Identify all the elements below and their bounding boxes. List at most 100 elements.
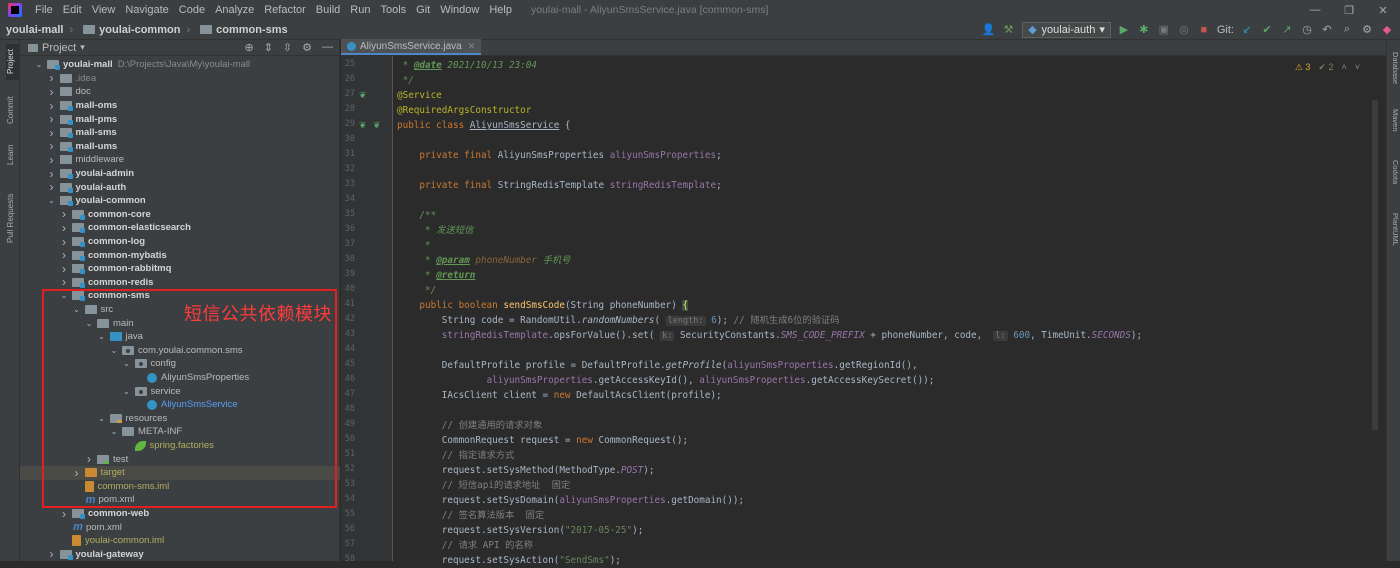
menu-file[interactable]: File bbox=[30, 4, 58, 16]
chevron-down-icon[interactable]: ˅ bbox=[1355, 62, 1360, 73]
tree-item[interactable]: ⌄ youlai-common bbox=[20, 194, 340, 208]
chevron-right-icon[interactable]: › bbox=[59, 207, 69, 221]
code-area[interactable]: * @date 2021/10/13 23:04 */ @Service @Re… bbox=[397, 56, 1367, 566]
tree-item[interactable]: youlai-common.iml bbox=[20, 534, 340, 548]
menu-navigate[interactable]: Navigate bbox=[120, 4, 173, 16]
close-icon[interactable]: ✕ bbox=[1366, 4, 1400, 17]
tree-item[interactable]: › common-web bbox=[20, 507, 340, 521]
tool-tab-learn[interactable]: Learn bbox=[6, 140, 20, 170]
menu-analyze[interactable]: Analyze bbox=[210, 4, 259, 16]
chevron-right-icon[interactable]: › bbox=[59, 275, 69, 289]
chevron-right-icon[interactable]: › bbox=[59, 262, 69, 276]
tree-item[interactable]: › mall-ums bbox=[20, 139, 340, 153]
chevron-right-icon[interactable]: › bbox=[59, 507, 69, 521]
tree-item[interactable]: › common-core bbox=[20, 207, 340, 221]
tree-item[interactable]: ⌄ youlai-mall D:\Projects\Java\My\youlai-m… bbox=[20, 58, 340, 72]
hide-icon[interactable]: — bbox=[322, 41, 333, 54]
editor-scrollbar[interactable] bbox=[1372, 100, 1378, 430]
tool-tab-maven[interactable]: Maven bbox=[1388, 102, 1400, 138]
tool-tab-pull-requests[interactable]: Pull Requests bbox=[6, 188, 20, 248]
collapse-all-icon[interactable]: ⇳ bbox=[283, 41, 292, 54]
project-panel-title[interactable]: Project bbox=[42, 42, 76, 54]
run-icon[interactable]: ▶ bbox=[1117, 23, 1131, 37]
tool-tab-database[interactable]: Database bbox=[1388, 46, 1400, 90]
breadcrumb-project[interactable]: youlai-mall › bbox=[0, 24, 77, 36]
tree-item[interactable]: › common-rabbitmq bbox=[20, 262, 340, 276]
tree-item[interactable]: › middleware bbox=[20, 153, 340, 167]
tool-tab-plantuml[interactable]: PlantUML bbox=[1388, 204, 1400, 254]
locate-icon[interactable]: ⊕ bbox=[244, 41, 253, 54]
chevron-right-icon[interactable]: › bbox=[59, 221, 69, 235]
chevron-right-icon[interactable]: › bbox=[47, 153, 57, 167]
settings-icon[interactable]: ⚙ bbox=[1360, 23, 1374, 37]
git-commit-icon[interactable]: ✔ bbox=[1260, 23, 1274, 37]
tab-aliyun-sms-service[interactable]: AliyunSmsService.java ✕ bbox=[341, 39, 482, 55]
menu-window[interactable]: Window bbox=[435, 4, 484, 16]
search-icon[interactable]: ⌕ bbox=[1340, 23, 1354, 37]
tree-item[interactable]: › youlai-gateway bbox=[20, 547, 340, 561]
tree-item[interactable]: › common-log bbox=[20, 235, 340, 249]
restore-icon[interactable]: ❐ bbox=[1332, 4, 1366, 17]
chevron-down-icon[interactable]: ⌄ bbox=[47, 196, 57, 205]
chevron-right-icon[interactable]: › bbox=[47, 167, 57, 181]
menu-run[interactable]: Run bbox=[345, 4, 375, 16]
tree-item[interactable]: m pom.xml bbox=[20, 520, 340, 534]
git-history-icon[interactable]: ◷ bbox=[1300, 23, 1314, 37]
coverage-icon[interactable]: ▣ bbox=[1157, 23, 1171, 37]
chevron-right-icon[interactable]: › bbox=[47, 71, 57, 85]
chevron-down-icon[interactable]: ▾ bbox=[80, 42, 85, 53]
tool-tab-commit[interactable]: Commit bbox=[6, 92, 20, 128]
tool-tab-codota[interactable]: Codota bbox=[1388, 152, 1400, 192]
chevron-right-icon[interactable]: › bbox=[47, 112, 57, 126]
close-tab-icon[interactable]: ✕ bbox=[468, 41, 476, 52]
spring-bean-icon[interactable]: ❦ bbox=[359, 120, 367, 131]
menu-view[interactable]: View bbox=[87, 4, 121, 16]
tree-item[interactable]: › doc bbox=[20, 85, 340, 99]
menu-code[interactable]: Code bbox=[174, 4, 210, 16]
chevron-right-icon[interactable]: › bbox=[47, 139, 57, 153]
tree-item[interactable]: › common-elasticsearch bbox=[20, 221, 340, 235]
tree-item[interactable]: › mall-pms bbox=[20, 112, 340, 126]
profile-icon[interactable]: ◎ bbox=[1177, 23, 1191, 37]
menu-build[interactable]: Build bbox=[311, 4, 345, 16]
run-configuration-select[interactable]: ◆ youlai-auth ▾ bbox=[1021, 21, 1111, 38]
tree-item[interactable]: › youlai-auth bbox=[20, 180, 340, 194]
expand-all-icon[interactable]: ⇕ bbox=[264, 41, 273, 54]
breadcrumb-submodule[interactable]: common-sms bbox=[194, 24, 292, 36]
gear-icon[interactable]: ⚙ bbox=[302, 41, 312, 54]
tree-item[interactable]: › mall-sms bbox=[20, 126, 340, 140]
tool-tab-project[interactable]: Project bbox=[6, 44, 20, 80]
tree-item[interactable]: › common-mybatis bbox=[20, 248, 340, 262]
chevron-up-icon[interactable]: ˄ bbox=[1341, 62, 1346, 73]
menu-git[interactable]: Git bbox=[411, 4, 435, 16]
tree-item-label: middleware bbox=[75, 154, 125, 166]
chevron-right-icon[interactable]: › bbox=[47, 547, 57, 561]
build-hammer-icon[interactable]: ⚒ bbox=[1002, 23, 1016, 37]
debug-icon[interactable]: ✱ bbox=[1137, 23, 1151, 37]
rollback-icon[interactable]: ↶ bbox=[1320, 23, 1334, 37]
spring-bean-icon[interactable]: ❦ bbox=[359, 90, 367, 101]
chevron-right-icon[interactable]: › bbox=[47, 99, 57, 113]
menu-edit[interactable]: Edit bbox=[58, 4, 87, 16]
chevron-right-icon[interactable]: › bbox=[59, 248, 69, 262]
git-update-icon[interactable]: ↙ bbox=[1240, 23, 1254, 37]
chevron-down-icon[interactable]: ⌄ bbox=[34, 60, 44, 69]
minimize-icon[interactable]: — bbox=[1298, 4, 1332, 17]
breadcrumb-module[interactable]: youlai-common › bbox=[77, 24, 194, 36]
tree-item[interactable]: › .idea bbox=[20, 71, 340, 85]
chevron-right-icon[interactable]: › bbox=[47, 126, 57, 140]
stop-icon[interactable]: ■ bbox=[1197, 23, 1211, 37]
user-icon[interactable]: 👤 bbox=[982, 23, 996, 37]
chevron-right-icon[interactable]: › bbox=[59, 235, 69, 249]
tree-item[interactable]: › common-redis bbox=[20, 275, 340, 289]
menu-refactor[interactable]: Refactor bbox=[259, 4, 311, 16]
git-push-icon[interactable]: ↗ bbox=[1280, 23, 1294, 37]
tree-item[interactable]: › mall-oms bbox=[20, 99, 340, 113]
spring-bean-icon[interactable]: ❦ bbox=[373, 120, 381, 131]
chevron-right-icon[interactable]: › bbox=[47, 180, 57, 194]
menu-help[interactable]: Help bbox=[484, 4, 517, 16]
tree-item[interactable]: › youlai-admin bbox=[20, 167, 340, 181]
inspection-widget[interactable]: ⚠ 3 ✔ 2 ˄ ˅ bbox=[1295, 62, 1360, 73]
menu-tools[interactable]: Tools bbox=[375, 4, 411, 16]
chevron-right-icon[interactable]: › bbox=[47, 85, 57, 99]
